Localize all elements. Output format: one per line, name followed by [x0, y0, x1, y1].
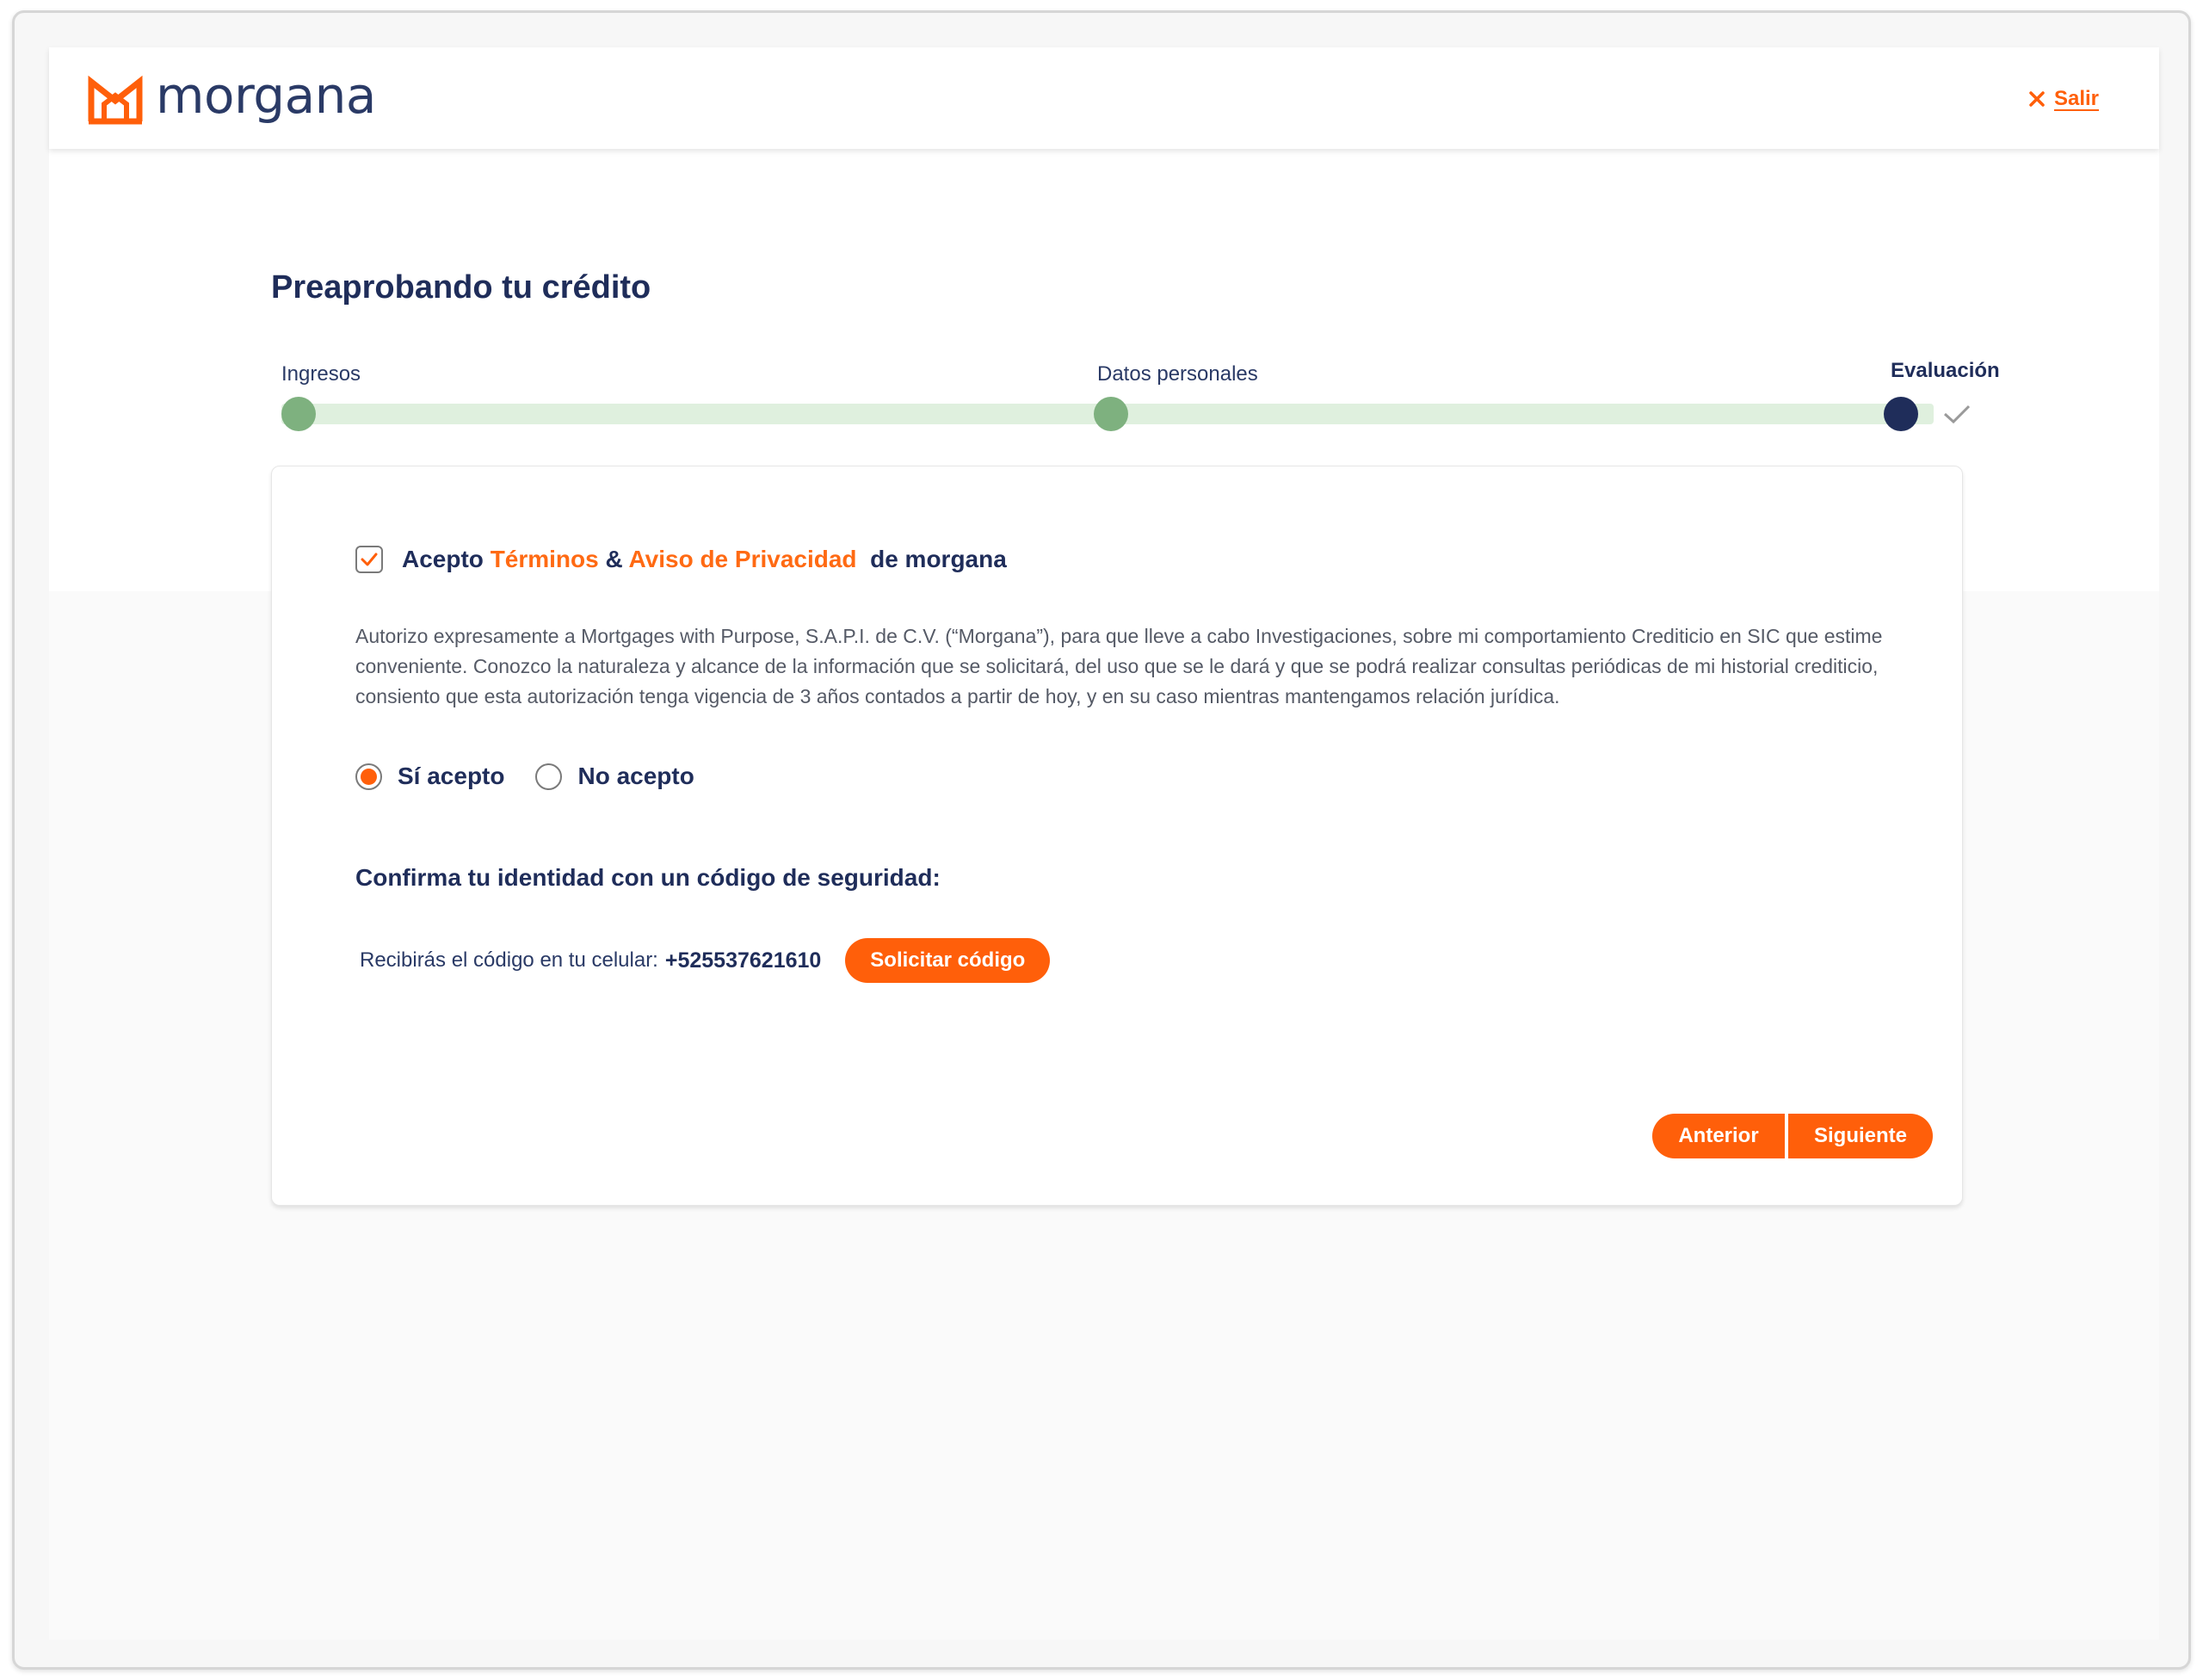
page-title: Preaprobando tu crédito — [271, 269, 651, 306]
evaluation-card: Acepto Términos & Aviso de Privacidad de… — [271, 466, 1963, 1206]
phone-info-text: Recibirás el código en tu celular: — [360, 948, 658, 972]
step-dot-ingresos[interactable] — [281, 397, 316, 431]
step-label-evaluacion: Evaluación — [1891, 359, 2000, 382]
radio-no-acepto-label[interactable]: No acepto — [577, 763, 694, 790]
browser-frame: morgana Salir Preaprobando tu crédito In… — [12, 10, 2191, 1670]
radio-si-acepto-label[interactable]: Sí acepto — [398, 763, 504, 790]
privacy-link[interactable]: Aviso de Privacidad — [628, 546, 856, 572]
terms-checkbox[interactable] — [355, 546, 383, 573]
step-label-datos-personales: Datos personales — [1097, 362, 1258, 386]
terms-link[interactable]: Términos — [491, 546, 599, 572]
logo[interactable]: morgana — [87, 71, 376, 127]
logo-text: morgana — [156, 66, 376, 125]
consent-radio-group: Sí acepto No acepto — [355, 763, 725, 790]
close-icon — [2029, 91, 2045, 107]
terms-text: Acepto Términos & Aviso de Privacidad de… — [402, 546, 1007, 573]
step-label-ingresos: Ingresos — [281, 362, 361, 386]
next-button[interactable]: Siguiente — [1788, 1114, 1933, 1158]
terms-acceptance: Acepto Términos & Aviso de Privacidad de… — [355, 546, 1007, 573]
radio-no-acepto-control[interactable] — [535, 763, 563, 790]
exit-label: Salir — [2053, 87, 2099, 110]
legal-authorization-text: Autorizo expresamente a Mortgages with P… — [355, 625, 1883, 707]
radio-no-acepto[interactable]: No acepto — [535, 763, 694, 790]
morgana-logo-icon — [88, 75, 143, 125]
check-icon — [1943, 405, 1971, 424]
step-dot-evaluacion[interactable] — [1884, 397, 1918, 431]
top-bar: morgana Salir — [49, 47, 2159, 149]
terms-suffix: de morgana — [856, 546, 1007, 572]
navigation-buttons: Anterior Siguiente — [1652, 1114, 1933, 1158]
exit-button[interactable]: Salir — [2028, 87, 2099, 111]
security-code-title: Confirma tu identidad con un código de s… — [355, 864, 941, 891]
step-dot-datos-personales[interactable] — [1094, 397, 1128, 431]
previous-button[interactable]: Anterior — [1652, 1114, 1785, 1158]
app-container: morgana Salir Preaprobando tu crédito In… — [49, 47, 2159, 1640]
security-code-row: Recibirás el código en tu celular: +5255… — [360, 938, 1051, 983]
radio-si-acepto-control[interactable] — [355, 763, 382, 790]
phone-number: +525537621610 — [664, 948, 822, 973]
terms-ampersand: & — [598, 546, 629, 572]
terms-prefix: Acepto — [402, 546, 491, 572]
request-code-button[interactable]: Solicitar código — [845, 938, 1051, 983]
checkmark-icon — [361, 553, 378, 566]
radio-si-acepto[interactable]: Sí acepto — [355, 763, 504, 790]
